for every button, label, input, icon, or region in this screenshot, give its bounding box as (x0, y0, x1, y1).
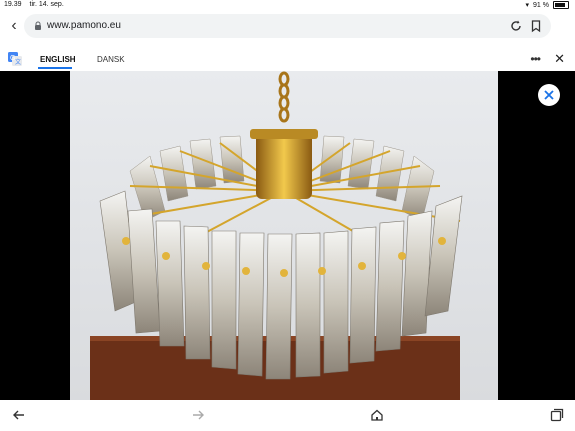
bookmark-icon[interactable] (529, 19, 543, 33)
arrow-right-icon[interactable] (191, 408, 205, 422)
more-dots-icon[interactable]: ••• (530, 52, 541, 66)
tabs-icon[interactable] (550, 408, 564, 422)
svg-text:文: 文 (15, 58, 21, 66)
status-time: 19.39 (4, 1, 22, 8)
chandelier-photo (70, 71, 498, 400)
home-icon[interactable] (370, 408, 384, 422)
battery-icon (553, 1, 569, 9)
translate-bar: G 文 ENGLISH DANSK ••• ✕ (0, 48, 575, 70)
address-bar[interactable]: www.pamono.eu (24, 14, 551, 38)
wifi-icon: ▾ (525, 2, 530, 9)
browser-toolbar: ‹ www.pamono.eu (0, 12, 575, 42)
bottom-toolbar (0, 400, 575, 431)
image-viewer (0, 71, 575, 400)
arrow-left-icon[interactable] (12, 408, 26, 422)
reload-icon[interactable] (509, 19, 523, 33)
chevron-left-icon[interactable]: ‹ (6, 16, 22, 36)
status-bar: 19.39 tir. 14. sep. ▾ 91 % (0, 0, 575, 10)
lock-icon (35, 21, 41, 30)
chandelier-illustration (70, 71, 498, 400)
tab-dansk[interactable]: DANSK (97, 55, 125, 64)
active-tab-indicator (38, 67, 72, 69)
close-icon (544, 90, 554, 100)
close-viewer-button[interactable] (538, 84, 560, 106)
battery-percent: 91 % (533, 1, 549, 9)
url-text: www.pamono.eu (47, 20, 121, 31)
status-date: tir. 14. sep. (29, 1, 64, 8)
google-translate-icon: G 文 (8, 52, 22, 66)
close-icon[interactable]: ✕ (554, 51, 565, 67)
tab-english[interactable]: ENGLISH (40, 55, 76, 64)
